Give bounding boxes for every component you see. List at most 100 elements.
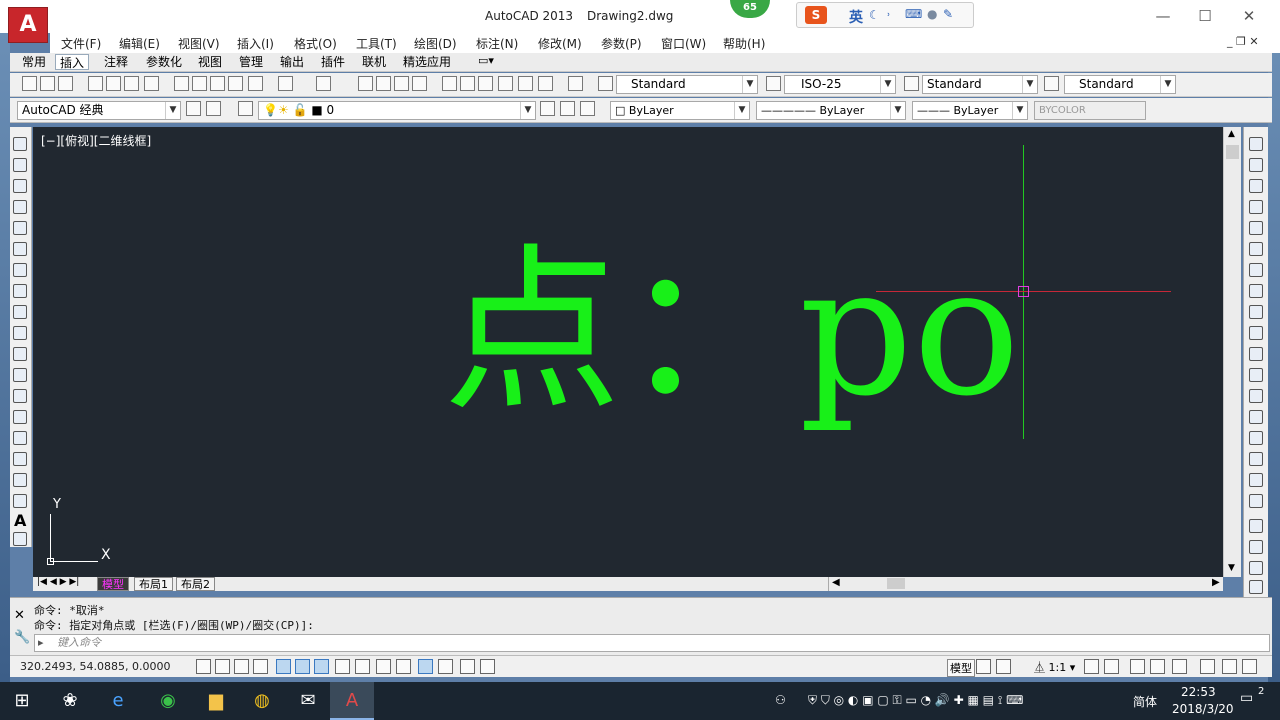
- layer-properties-icon[interactable]: [238, 101, 253, 116]
- tab-view[interactable]: 视图: [194, 54, 226, 70]
- break-at-point-icon[interactable]: [1249, 368, 1263, 382]
- moon-icon[interactable]: ☾: [869, 8, 880, 22]
- copy-object-icon[interactable]: [1249, 158, 1263, 172]
- wrench-icon[interactable]: ✎: [943, 7, 953, 21]
- ribbon-minimize-icon[interactable]: ▭▾: [478, 54, 494, 67]
- circle-icon[interactable]: [13, 263, 27, 277]
- object-snap-icon[interactable]: [295, 659, 310, 674]
- tab-nav-icons[interactable]: |◀ ◀ ▶ ▶|: [37, 577, 79, 587]
- quick-view-drawings-icon[interactable]: [996, 659, 1011, 674]
- make-block-icon[interactable]: [13, 389, 27, 403]
- ime-language[interactable]: 简体: [1133, 693, 1157, 710]
- quick-view-layouts-icon[interactable]: [976, 659, 991, 674]
- markup-icon[interactable]: [518, 76, 533, 91]
- annotation-monitor-icon[interactable]: [480, 659, 495, 674]
- tab-featured-apps[interactable]: 精选应用: [399, 54, 455, 70]
- ime-lang[interactable]: 英: [849, 7, 863, 27]
- scroll-up-icon[interactable]: ▲: [1228, 129, 1235, 139]
- layer-select[interactable]: 💡☀ 🔓 ■ 0 ▼: [258, 101, 536, 120]
- tab-output[interactable]: 输出: [276, 54, 308, 70]
- windows-start-icon[interactable]: ⊞: [0, 682, 44, 720]
- 3dprint-icon[interactable]: [144, 76, 159, 91]
- color-select[interactable]: □ ByLayer ▼: [610, 101, 750, 120]
- status-menu-icon[interactable]: [1222, 659, 1237, 674]
- clean-screen-icon[interactable]: [1242, 659, 1257, 674]
- 360-browser-icon[interactable]: ◉: [146, 682, 190, 720]
- zoom-previous-icon[interactable]: [412, 76, 427, 91]
- maximize-button[interactable]: ☐: [1190, 4, 1220, 28]
- match-properties-icon[interactable]: [228, 76, 243, 91]
- table-style-icon[interactable]: [904, 76, 919, 91]
- print-icon[interactable]: [88, 76, 103, 91]
- save-icon[interactable]: [58, 76, 73, 91]
- hatch-icon[interactable]: [13, 431, 27, 445]
- table-style-select[interactable]: Standard ▼: [922, 75, 1038, 94]
- autocad-task-icon[interactable]: A: [330, 682, 374, 720]
- hardware-acceleration-icon[interactable]: [1172, 659, 1187, 674]
- isolate-objects-icon[interactable]: [1200, 659, 1215, 674]
- punctuation-icon[interactable]: ˒: [887, 8, 891, 22]
- vertical-scroll-thumb[interactable]: [1226, 145, 1239, 159]
- undo-icon[interactable]: [278, 76, 293, 91]
- model-space-button[interactable]: 模型: [947, 659, 975, 677]
- tab-home[interactable]: 常用: [18, 54, 50, 70]
- mirror-icon[interactable]: [1249, 179, 1263, 193]
- doc-window-controls[interactable]: _ ❐ ✕: [1227, 35, 1259, 48]
- menu-dimension[interactable]: 标注(N): [476, 35, 518, 52]
- revision-cloud-icon[interactable]: [13, 284, 27, 298]
- selection-cycling-icon[interactable]: [460, 659, 475, 674]
- draworder-above-icon[interactable]: [1249, 561, 1263, 575]
- linetype-select[interactable]: ————— ByLayer ▼: [756, 101, 906, 120]
- add-selected-icon[interactable]: [13, 532, 27, 546]
- infer-constraints-icon[interactable]: [196, 659, 211, 674]
- horizontal-scroll-thumb[interactable]: [887, 578, 905, 589]
- minimize-button[interactable]: —: [1148, 4, 1178, 28]
- ellipse-icon[interactable]: [13, 326, 27, 340]
- lineweight-select[interactable]: ——— ByLayer ▼: [912, 101, 1028, 120]
- dim-style-icon[interactable]: [766, 76, 781, 91]
- tab-online[interactable]: 联机: [358, 54, 390, 70]
- workspace-select[interactable]: AutoCAD 经典 ▼: [17, 101, 181, 120]
- scroll-right-icon[interactable]: ▶: [1212, 577, 1220, 588]
- action-center-icon[interactable]: ▭: [1240, 690, 1253, 706]
- mail-icon[interactable]: ✉: [286, 682, 330, 720]
- tool-palettes-icon[interactable]: [478, 76, 493, 91]
- chamfer-icon[interactable]: [1249, 431, 1263, 445]
- object-snap-tracking-icon[interactable]: [335, 659, 350, 674]
- make-current-icon[interactable]: [540, 101, 555, 116]
- menu-edit[interactable]: 编辑(E): [119, 35, 160, 52]
- array-icon[interactable]: [1249, 221, 1263, 235]
- pan-icon[interactable]: [358, 76, 373, 91]
- annotation-scale[interactable]: ⏅ 1:1 ▾: [1034, 659, 1075, 675]
- point-icon[interactable]: [13, 410, 27, 424]
- tab-layout2[interactable]: 布局2: [176, 577, 215, 591]
- menu-view[interactable]: 视图(V): [178, 35, 220, 52]
- workspace-settings-icon[interactable]: [186, 101, 201, 116]
- block-editor-icon[interactable]: [248, 76, 263, 91]
- spline-icon[interactable]: [13, 305, 27, 319]
- dynamic-ucs-icon[interactable]: [355, 659, 370, 674]
- menu-file[interactable]: 文件(F): [61, 35, 101, 52]
- lock-ui-icon[interactable]: [1150, 659, 1165, 674]
- menu-window[interactable]: 窗口(W): [661, 35, 706, 52]
- gradient-icon[interactable]: [13, 452, 27, 466]
- extend-icon[interactable]: [1249, 347, 1263, 361]
- clock-date[interactable]: 2018/3/20: [1172, 702, 1234, 716]
- transparency-icon[interactable]: [418, 659, 433, 674]
- explode-icon[interactable]: [1249, 494, 1263, 508]
- tab-annotate[interactable]: 注释: [100, 54, 132, 70]
- drawing-canvas[interactable]: [−][俯视][二维线框] 点：po Y X: [33, 127, 1223, 577]
- snap-mode-icon[interactable]: [215, 659, 230, 674]
- multiline-text-icon[interactable]: A: [14, 511, 26, 530]
- join-icon[interactable]: [1249, 410, 1263, 424]
- stretch-icon[interactable]: [1249, 305, 1263, 319]
- menu-insert[interactable]: 插入(I): [237, 35, 274, 52]
- menu-modify[interactable]: 修改(M): [538, 35, 582, 52]
- polyline-icon[interactable]: [13, 179, 27, 193]
- people-icon[interactable]: ⚇: [775, 693, 786, 707]
- new-icon[interactable]: [22, 76, 37, 91]
- arc-icon[interactable]: [13, 242, 27, 256]
- text-style-select[interactable]: Standard ▼: [616, 75, 758, 94]
- menu-parametric[interactable]: 参数(P): [601, 35, 642, 52]
- app-360-icon[interactable]: ❀: [48, 682, 92, 720]
